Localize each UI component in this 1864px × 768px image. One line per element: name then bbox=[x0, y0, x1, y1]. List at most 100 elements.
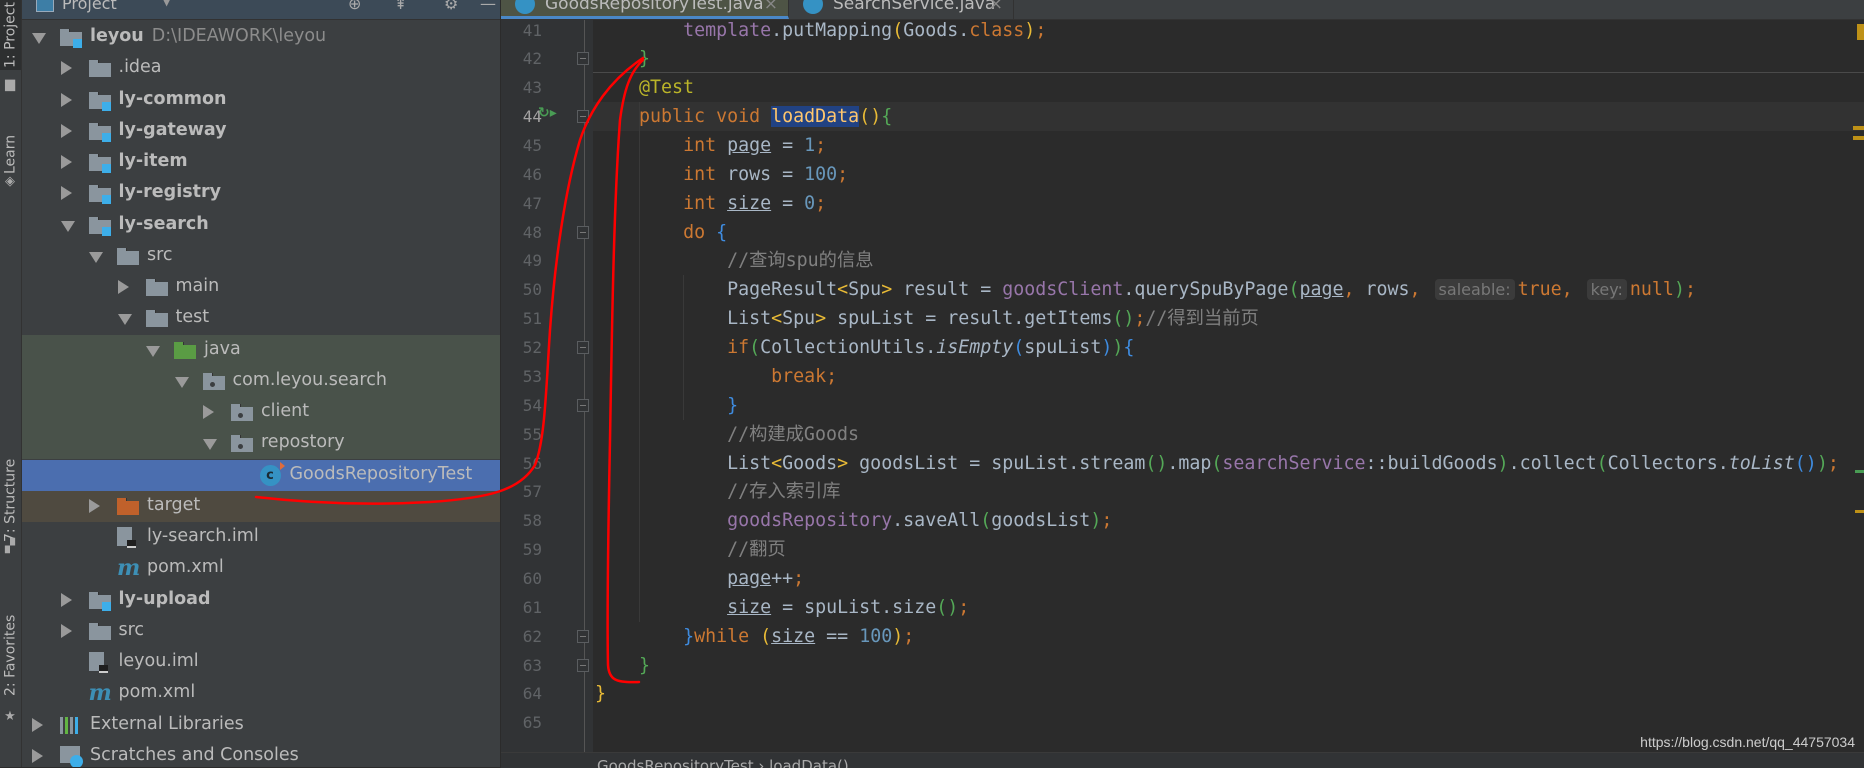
code-line[interactable]: do { bbox=[595, 218, 727, 247]
editor-tab[interactable]: GoodsRepositoryTest.java × bbox=[501, 0, 789, 19]
gear-icon[interactable]: ⚙ bbox=[444, 0, 458, 13]
locate-target-icon[interactable]: ⊕ bbox=[348, 0, 361, 13]
icon-part bbox=[145, 282, 168, 296]
tree-item-label: client bbox=[261, 401, 309, 421]
code-token: ) bbox=[1090, 510, 1102, 532]
code-line[interactable]: //翻页 bbox=[595, 535, 786, 564]
fold-marker-icon[interactable] bbox=[577, 658, 589, 672]
run-test-icon[interactable]: ↻▸ bbox=[538, 105, 557, 121]
chevron-right-icon[interactable] bbox=[60, 186, 72, 201]
warning-marker[interactable] bbox=[1853, 136, 1864, 140]
code-line[interactable]: //构建成Goods bbox=[595, 420, 859, 449]
chevron-right-icon[interactable] bbox=[32, 717, 43, 732]
tree-item[interactable]: src bbox=[22, 616, 500, 647]
tree-item-name: ly-gateway bbox=[118, 119, 227, 140]
code-line[interactable]: goodsRepository.saveAll(goodsList); bbox=[595, 506, 1112, 535]
tree-item[interactable]: src bbox=[22, 241, 500, 272]
code-token: do bbox=[683, 221, 717, 243]
tree-item[interactable]: repostory bbox=[22, 428, 500, 460]
tree-item[interactable]: ly-gateway bbox=[22, 116, 500, 147]
tree-item[interactable]: ly-upload bbox=[22, 585, 500, 616]
fold-marker-icon[interactable] bbox=[577, 110, 589, 124]
editor-tab[interactable]: SearchService.java × bbox=[789, 0, 1014, 19]
chevron-right-icon[interactable] bbox=[60, 155, 72, 169]
code-line[interactable]: page++; bbox=[595, 564, 804, 593]
collapse-all-icon[interactable]: ⇞ bbox=[394, 0, 407, 13]
code-line[interactable]: } bbox=[595, 679, 606, 708]
tree-item[interactable]: ly-search.iml bbox=[22, 522, 500, 553]
chevron-right-icon[interactable] bbox=[203, 405, 214, 419]
code-line[interactable]: //查询spu的信息 bbox=[595, 246, 873, 275]
fold-marker-icon[interactable] bbox=[577, 629, 589, 643]
tree-item[interactable]: main bbox=[22, 272, 500, 303]
tool-window-project[interactable]: 1: Project bbox=[0, 0, 21, 70]
chevron-down-icon[interactable] bbox=[146, 345, 160, 357]
breadcrumb[interactable]: GoodsRepositoryTest › loadData() bbox=[597, 757, 849, 768]
code-line[interactable]: List<Spu> spuList = result.getItems();//… bbox=[595, 304, 1259, 333]
change-marker[interactable] bbox=[1855, 470, 1864, 473]
chevron-right-icon[interactable] bbox=[32, 748, 43, 763]
chevron-right-icon[interactable] bbox=[60, 623, 72, 638]
fold-marker-icon[interactable] bbox=[577, 225, 589, 239]
code-line[interactable]: size = spuList.size(); bbox=[595, 593, 969, 622]
tree-item[interactable]: External Libraries bbox=[22, 710, 500, 741]
code-line[interactable]: break; bbox=[595, 362, 837, 391]
chevron-down-icon[interactable] bbox=[117, 314, 132, 326]
fold-marker-icon[interactable] bbox=[577, 52, 589, 66]
chevron-right-icon[interactable] bbox=[117, 280, 129, 294]
warning-marker[interactable] bbox=[1853, 126, 1864, 130]
project-view-selector[interactable]: Project bbox=[62, 0, 117, 13]
code-line[interactable]: } bbox=[595, 44, 650, 73]
tree-item[interactable]: client bbox=[22, 397, 500, 428]
code-line[interactable]: PageResult<Spu> result = goodsClient.que… bbox=[595, 275, 1696, 304]
code-line[interactable]: } bbox=[595, 391, 738, 420]
icon-part bbox=[101, 101, 111, 111]
code-line[interactable]: } bbox=[595, 651, 650, 680]
chevron-right-icon[interactable] bbox=[60, 592, 72, 607]
tree-item[interactable]: ly-registry bbox=[22, 178, 500, 209]
fold-marker-icon[interactable] bbox=[577, 341, 589, 355]
chevron-right-icon[interactable] bbox=[89, 498, 100, 513]
fold-marker-icon[interactable] bbox=[577, 398, 589, 412]
code-line[interactable]: }while (size == 100); bbox=[595, 622, 914, 651]
chevron-right-icon[interactable] bbox=[60, 123, 72, 138]
close-icon[interactable]: × bbox=[989, 0, 1003, 14]
code-line[interactable]: //存入索引库 bbox=[595, 477, 840, 506]
chevron-down-icon[interactable]: ▼ bbox=[162, 0, 171, 8]
chevron-down-icon[interactable] bbox=[174, 376, 189, 388]
code-line[interactable]: int size = 0; bbox=[595, 189, 826, 218]
code-line[interactable]: int rows = 100; bbox=[595, 160, 848, 189]
chevron-down-icon[interactable] bbox=[203, 439, 217, 451]
code-line[interactable]: int page = 1; bbox=[595, 131, 826, 160]
tree-item[interactable]: c GoodsRepositoryTest bbox=[22, 459, 500, 491]
close-icon[interactable]: × bbox=[764, 0, 778, 14]
code-line[interactable]: List<Goods> goodsList = spuList.stream()… bbox=[595, 449, 1839, 478]
warning-marker[interactable] bbox=[1857, 24, 1864, 40]
tree-item[interactable]: com.leyou.search bbox=[22, 365, 500, 397]
tree-item[interactable]: ly-item bbox=[22, 147, 500, 178]
chevron-down-icon[interactable] bbox=[32, 33, 46, 44]
code-line[interactable]: @Test bbox=[595, 73, 694, 102]
tool-window-favorites[interactable]: 2: Favorites bbox=[0, 605, 21, 705]
tree-item[interactable]: ly-common bbox=[22, 85, 500, 116]
code-token: .map bbox=[1167, 452, 1212, 474]
tree-item[interactable]: .idea bbox=[22, 53, 500, 84]
chevron-down-icon[interactable] bbox=[60, 220, 75, 232]
tree-item[interactable]: m pom.xml bbox=[22, 553, 500, 584]
code-line[interactable]: if(CollectionUtils.isEmpty(spuList)){ bbox=[595, 333, 1134, 362]
chevron-down-icon[interactable] bbox=[89, 251, 103, 263]
tree-item[interactable]: java bbox=[22, 334, 500, 366]
warning-marker[interactable] bbox=[1855, 510, 1864, 513]
chevron-right-icon[interactable] bbox=[60, 92, 72, 107]
tree-item[interactable]: test bbox=[22, 303, 500, 334]
tree-item[interactable]: leyou D:\IDEAWORK\leyou bbox=[22, 22, 500, 53]
tool-window-structure[interactable]: 7: Structure bbox=[0, 450, 21, 550]
code-token: == bbox=[815, 625, 860, 647]
tree-item[interactable]: leyou.iml bbox=[22, 647, 500, 678]
tree-item[interactable]: ly-search bbox=[22, 210, 500, 241]
tree-item[interactable]: m pom.xml bbox=[22, 678, 500, 709]
hide-icon[interactable]: — bbox=[480, 0, 496, 13]
tree-item[interactable]: target bbox=[22, 490, 500, 522]
chevron-right-icon[interactable] bbox=[60, 61, 72, 76]
tree-item[interactable]: Scratches and Consoles bbox=[22, 741, 500, 767]
